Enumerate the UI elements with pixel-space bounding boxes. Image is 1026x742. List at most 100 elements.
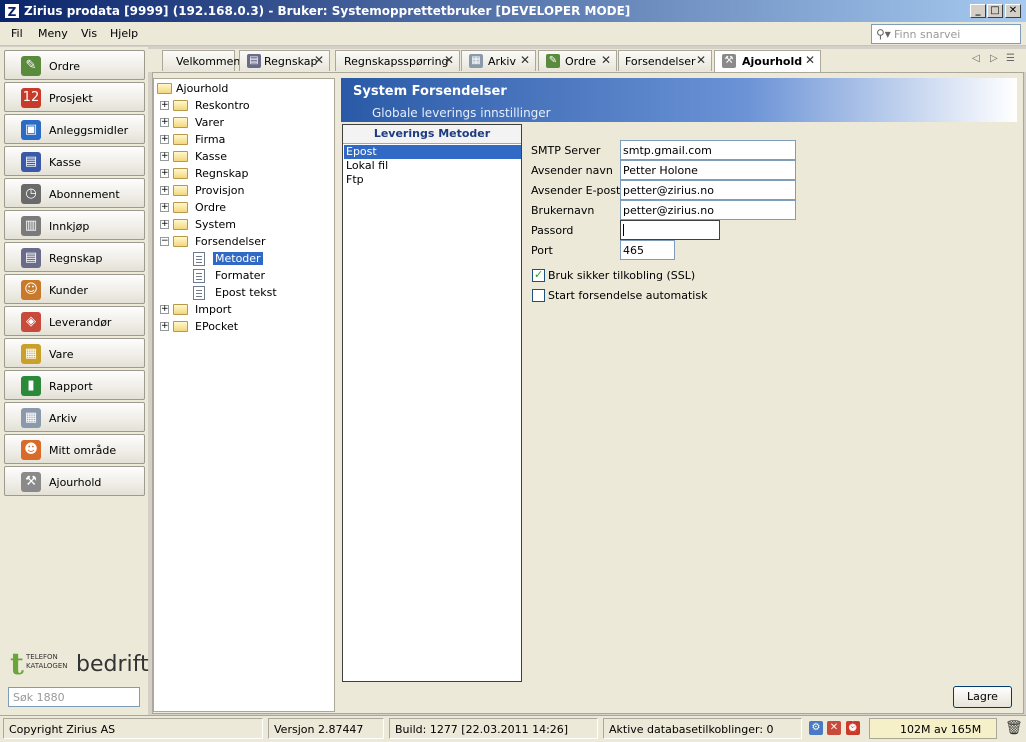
menu-meny[interactable]: Meny (38, 27, 68, 40)
logo-word: bedrift (76, 652, 149, 677)
smtp-server-field[interactable]: smtp.gmail.com (620, 140, 796, 160)
expand-icon[interactable]: + (160, 169, 169, 178)
disconnect-icon[interactable]: ✕ (827, 721, 841, 735)
tab-ajourhold[interactable]: ⚒ Ajourhold ✕ (714, 50, 821, 72)
accounting-icon: ▤ (247, 54, 261, 68)
nav-button-label: Abonnement (49, 188, 120, 201)
expand-icon[interactable]: + (160, 101, 169, 110)
nav-button-kasse[interactable]: ▤ Kasse (4, 146, 145, 176)
folder-icon (173, 321, 188, 332)
close-tab-icon[interactable]: ✕ (520, 53, 530, 67)
save-button[interactable]: Lagre (953, 686, 1012, 708)
tab-ordre[interactable]: ✎ Ordre ✕ (538, 50, 617, 71)
nav-button-label: Prosjekt (49, 92, 93, 105)
calendar-icon: 12 (21, 88, 41, 108)
nav-button-label: Vare (49, 348, 74, 361)
close-tab-icon[interactable]: ✕ (444, 53, 454, 67)
nav-button-regnskap[interactable]: ▤ Regnskap (4, 242, 145, 272)
order-icon: ✎ (546, 54, 560, 68)
expand-icon[interactable]: + (160, 186, 169, 195)
tab-list-icon[interactable]: ☰ (1006, 53, 1015, 64)
nav-button-ordre[interactable]: ✎ Ordre (4, 50, 145, 80)
status-db-connections: Aktive databasetilkoblinger: 0 (603, 718, 802, 739)
nav-button-label: Mitt område (49, 444, 117, 457)
left-navigation: ✎ Ordre 12 Prosjekt ▣ Anleggsmidler ▤ Kasse ◷ Abo… (0, 47, 149, 715)
tab-velkommen[interactable]: Velkommen (162, 50, 240, 71)
shortcut-search-input[interactable]: ⚲▾ Finn snarvei (871, 24, 1021, 44)
expand-icon[interactable]: + (160, 203, 169, 212)
collapse-icon[interactable]: − (160, 237, 169, 246)
nav-button-prosjekt[interactable]: 12 Prosjekt (4, 82, 145, 112)
username-field[interactable]: petter@zirius.no (620, 200, 796, 220)
method-lokal-fil[interactable]: Lokal fil (344, 159, 521, 173)
menu-vis[interactable]: Vis (81, 27, 97, 40)
close-tab-icon[interactable]: ✕ (314, 53, 324, 67)
scroll-tabs-right-icon[interactable]: ▷ (990, 53, 998, 64)
password-field[interactable] (620, 220, 720, 240)
alarm-icon[interactable]: ⏰ (846, 721, 860, 735)
shortcut-search-placeholder: Finn snarvei (894, 28, 961, 41)
port-label: Port (531, 244, 553, 257)
nav-button-vare[interactable]: ▦ Vare (4, 338, 145, 368)
nav-button-ajourhold[interactable]: ⚒ Ajourhold (4, 466, 145, 496)
app-logo-icon: Z (4, 3, 20, 19)
nav-button-leverandør[interactable]: ◈ Leverandør (4, 306, 145, 336)
expand-icon[interactable]: + (160, 152, 169, 161)
document-icon (193, 286, 205, 300)
document-icon (193, 269, 205, 283)
tab-bar: Velkommen ▤ Regnskap ✕ Regnskapsspørring… (148, 49, 1026, 72)
close-tab-icon[interactable]: ✕ (696, 53, 706, 67)
package-icon: ▦ (21, 344, 41, 364)
expand-icon[interactable]: + (160, 135, 169, 144)
delivery-methods-header: Leverings Metoder (343, 125, 521, 144)
method-epost[interactable]: Epost (344, 145, 521, 159)
close-tab-icon[interactable]: ✕ (805, 53, 815, 67)
nav-button-label: Ajourhold (49, 476, 102, 489)
expand-icon[interactable]: + (160, 305, 169, 314)
maximize-button[interactable]: □ (987, 4, 1003, 18)
method-ftp[interactable]: Ftp (344, 173, 521, 187)
accounting-icon: ▤ (21, 248, 41, 268)
search-1880-input[interactable]: Søk 1880 (8, 687, 140, 707)
garbage-collect-icon[interactable]: 🗑 (1005, 720, 1023, 736)
nav-button-kunder[interactable]: ☺ Kunder (4, 274, 145, 304)
sender-name-field[interactable]: Petter Holone (620, 160, 796, 180)
expand-icon[interactable]: + (160, 220, 169, 229)
port-field[interactable]: 465 (620, 240, 675, 260)
auto-send-checkbox[interactable] (532, 289, 545, 302)
scroll-tabs-left-icon[interactable]: ◁ (972, 53, 980, 64)
ssl-checkbox[interactable] (532, 268, 545, 282)
maintenance-tree: Ajourhold + Reskontro + Varer + Firma + Kasse + R… (153, 78, 335, 712)
nav-button-label: Anleggsmidler (49, 124, 129, 137)
menu-hjelp[interactable]: Hjelp (110, 27, 138, 40)
minimize-button[interactable]: _ (970, 4, 986, 18)
tab-regnskapssporring[interactable]: Regnskapsspørring ✕ (335, 50, 460, 71)
customers-icon: ☺ (21, 280, 41, 300)
menu-fil[interactable]: Fil (11, 27, 23, 40)
clock-icon: ◷ (21, 184, 41, 204)
folder-icon (173, 168, 188, 179)
sender-name-label: Avsender navn (531, 164, 613, 177)
close-window-button[interactable]: ✕ (1005, 4, 1021, 18)
smtp-server-label: SMTP Server (531, 144, 601, 157)
expand-icon[interactable]: + (160, 322, 169, 331)
nav-button-abonnement[interactable]: ◷ Abonnement (4, 178, 145, 208)
sender-email-field[interactable]: petter@zirius.no (620, 180, 796, 200)
folder-icon (173, 185, 188, 196)
tab-regnskap[interactable]: ▤ Regnskap ✕ (239, 50, 330, 71)
folder-icon (173, 117, 188, 128)
tab-arkiv[interactable]: ▦ Arkiv ✕ (461, 50, 536, 71)
nav-button-innkjøp[interactable]: ▥ Innkjøp (4, 210, 145, 240)
nav-button-rapport[interactable]: ▮ Rapport (4, 370, 145, 400)
password-label: Passord (531, 224, 574, 237)
nav-button-mitt-område[interactable]: ☻ Mitt område (4, 434, 145, 464)
nav-button-label: Regnskap (49, 252, 103, 265)
settings-gear-icon[interactable]: ⚙ (809, 721, 823, 735)
folder-icon (173, 304, 188, 315)
tab-forsendelser[interactable]: Forsendelser ✕ (618, 50, 712, 71)
close-tab-icon[interactable]: ✕ (601, 53, 611, 67)
nav-button-arkiv[interactable]: ▦ Arkiv (4, 402, 145, 432)
cash-register-icon: ▤ (21, 152, 41, 172)
nav-button-anleggsmidler[interactable]: ▣ Anleggsmidler (4, 114, 145, 144)
expand-icon[interactable]: + (160, 118, 169, 127)
